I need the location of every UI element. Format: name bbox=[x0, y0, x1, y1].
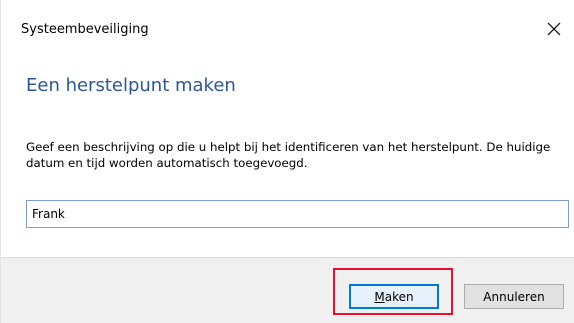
make-button-label: aken bbox=[384, 289, 414, 304]
close-icon bbox=[547, 22, 561, 36]
close-button[interactable] bbox=[539, 14, 569, 44]
title-bar: Systeembeveiliging bbox=[1, 0, 574, 62]
page-heading: Een herstelpunt maken bbox=[26, 75, 236, 96]
instruction-text: Geef een beschrijving op die u helpt bij… bbox=[26, 140, 551, 170]
cancel-button[interactable]: Annuleren bbox=[464, 284, 564, 309]
window-title: Systeembeveiliging bbox=[21, 22, 149, 37]
system-protection-dialog: Systeembeveiliging Een herstelpunt maken… bbox=[0, 0, 574, 323]
make-button-mnemonic: M bbox=[374, 289, 385, 304]
make-button[interactable]: Maken bbox=[349, 284, 439, 309]
restore-point-name-input[interactable] bbox=[26, 200, 569, 228]
